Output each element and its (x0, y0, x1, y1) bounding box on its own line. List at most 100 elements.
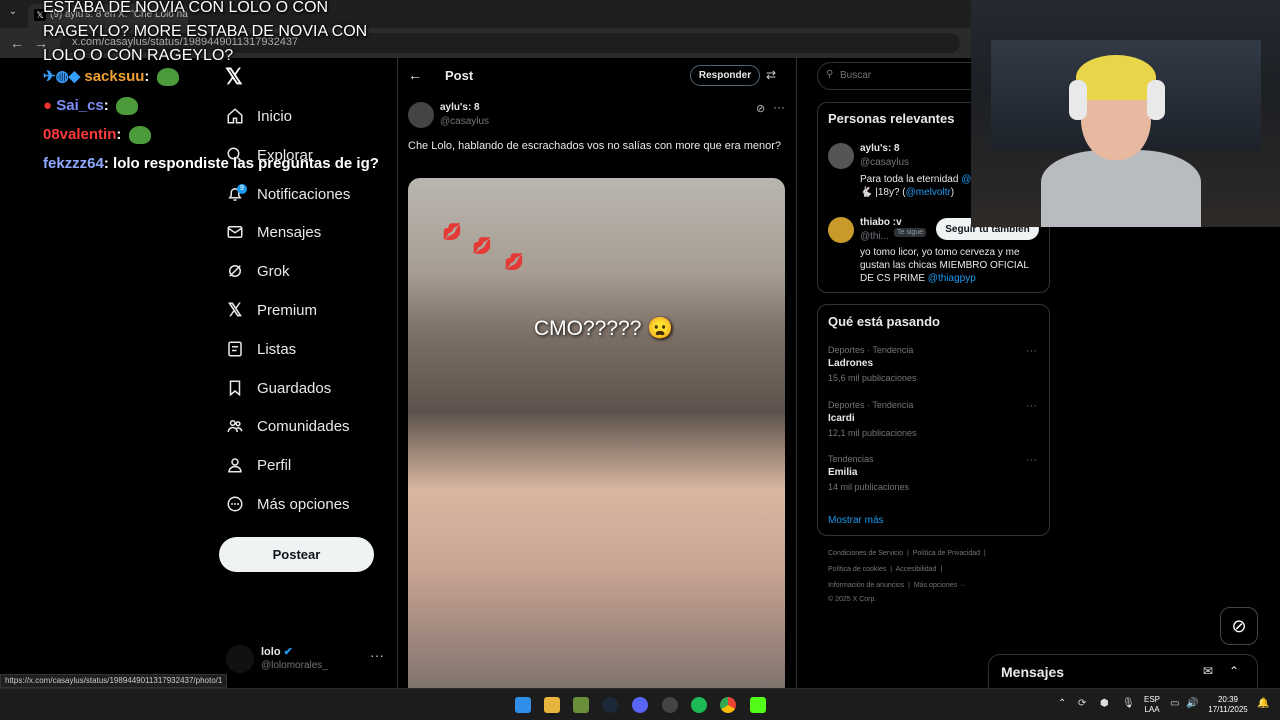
mail-icon (225, 222, 245, 242)
person-name[interactable]: aylu's: 8 (860, 143, 900, 154)
footer-links: Condiciones de Servicio | Política de Pr… (828, 550, 986, 557)
trend-category: Deportes · Tendencia (828, 400, 914, 410)
windows-taskbar: ⌃ ⟳ ⬢ 🎙 ESP LAA ▭ 🔊 20:39 17/11/2025 🔔 (0, 688, 1280, 720)
back-arrow-icon[interactable]: ← (408, 67, 422, 83)
more-circle-icon (225, 494, 245, 514)
account-handle: @lolomorales_ (261, 660, 328, 671)
search-icon: ⚲ (826, 69, 834, 80)
card-title: Personas relevantes (828, 111, 955, 126)
trend-count: 12,1 mil publicaciones (828, 428, 917, 438)
nav-label: Mensajes (257, 223, 322, 241)
person-bio: yo tomo licor, yo tomo cerveza y me gust… (860, 247, 1029, 284)
chevron-up-icon[interactable]: ⌃ (1058, 698, 1066, 709)
nav-item-grok[interactable]: Grok (225, 257, 290, 285)
nav-label: Listas (257, 340, 297, 358)
chevron-up-icon[interactable]: ⌃ (1229, 664, 1239, 678)
headphones-icon (1147, 80, 1165, 120)
tweet-photo[interactable]: 💋 💋 💋 (408, 178, 785, 698)
x-icon: 𝕏 (227, 299, 243, 320)
tweet-author-name[interactable]: aylu's: 8 (440, 102, 480, 113)
footer-link[interactable]: Política de Privacidad (913, 550, 980, 557)
footer-link[interactable]: Información de anuncios (828, 582, 904, 589)
minecraft-icon[interactable] (573, 697, 589, 713)
grok-icon[interactable]: ⊘ (756, 102, 765, 115)
nav-item-perfil[interactable]: Perfil (225, 451, 291, 479)
tab-search-dropdown[interactable]: ⌄ (4, 6, 22, 22)
file-explorer-icon[interactable] (544, 697, 560, 713)
person-icon (225, 455, 245, 475)
tweet-text: Che Lolo, hablando de escrachados vos no… (408, 140, 782, 152)
nav-item-premium[interactable]: 𝕏 Premium (225, 296, 317, 324)
sync-icon[interactable]: ⟳ (1078, 698, 1086, 709)
grok-icon (225, 261, 245, 281)
nav-item-guardados[interactable]: Guardados (225, 374, 331, 402)
volume-icon[interactable]: 🔊 (1186, 698, 1198, 709)
more-icon[interactable]: ··· (1026, 345, 1037, 357)
more-icon[interactable]: ··· (1026, 454, 1037, 466)
nav-item-mensajes[interactable]: Mensajes (225, 218, 321, 246)
footer-links: Información de anuncios | Más opciones ·… (828, 582, 967, 589)
nav-item-comunidades[interactable]: Comunidades (225, 412, 350, 440)
display-icon[interactable]: ▭ (1170, 698, 1179, 709)
person-handle[interactable]: @thi... (860, 231, 889, 242)
pepe-emote-icon (128, 126, 151, 145)
notification-center-icon[interactable]: 🔔 (1257, 698, 1269, 709)
search-input[interactable]: ⚲ Buscar (817, 62, 987, 90)
microphone-icon[interactable]: 🎙 (1122, 698, 1135, 709)
back-icon[interactable]: ← (10, 35, 24, 51)
list-icon (225, 339, 245, 359)
nav-item-mas-opciones[interactable]: Más opciones (225, 490, 350, 518)
discord-icon[interactable] (632, 697, 648, 713)
nav-item-notificaciones[interactable]: 9 Notificaciones (225, 180, 350, 208)
footer-link[interactable]: Más opciones ··· (914, 582, 966, 589)
filter-icon[interactable]: ⇄ (766, 68, 776, 82)
obs-icon[interactable] (662, 697, 678, 713)
avatar[interactable] (828, 143, 854, 169)
chat-badge-icon: ● (43, 97, 53, 114)
reply-button[interactable]: Responder (690, 65, 760, 86)
language-indicator[interactable]: ESP LAA (1142, 695, 1162, 715)
stream-chat: ✈◍◆ sacksuu: ● Sai_cs: 08valentin: fekzz… (43, 64, 379, 180)
messages-dock-title: Mensajes (1001, 664, 1065, 680)
chat-user: sacksuu (84, 68, 145, 85)
lips-sticker-icon: 💋 (472, 238, 492, 255)
chat-user: 08valentin (43, 126, 117, 143)
windows-start-icon[interactable] (515, 697, 531, 713)
nav-label: Guardados (257, 379, 332, 397)
footer-link[interactable]: Política de cookies (828, 566, 886, 573)
screen: ⌄ 𝕏 (9) aylu's: 8 en X: "Che Lolo hab ← … (0, 0, 1280, 720)
more-icon[interactable]: ··· (370, 647, 384, 663)
steam-icon[interactable] (602, 697, 618, 713)
shield-icon[interactable]: ⬢ (1100, 698, 1109, 709)
avatar[interactable] (408, 102, 434, 128)
trend-count: 14 mil publicaciones (828, 482, 910, 492)
chat-badges-icon: ✈◍◆ (43, 68, 81, 85)
account-switcher[interactable]: lolo ✔ @lolomorales_ ··· (226, 643, 386, 679)
messages-dock[interactable]: Mensajes ✉ ⌃ (988, 654, 1258, 690)
more-icon[interactable]: ··· (1026, 400, 1037, 412)
tweet-author-handle[interactable]: @casaylus (440, 116, 489, 127)
verified-icon: ✔ (283, 646, 293, 658)
chat-message: lolo respondiste las preguntas de ig? (113, 155, 379, 172)
footer-link[interactable]: Condiciones de Servicio (828, 550, 903, 557)
trend-name[interactable]: Icardi (828, 413, 855, 424)
trend-name[interactable]: Ladrones (828, 358, 873, 369)
person-handle[interactable]: @casaylus (860, 157, 909, 168)
post-button[interactable]: Postear (219, 537, 374, 572)
copyright: © 2025 X Corp. (828, 596, 877, 603)
status-bar-url: https://x.com/casaylus/status/1989449011… (0, 674, 228, 688)
new-message-icon[interactable]: ✉ (1203, 664, 1213, 678)
chat-line: ✈◍◆ sacksuu: (43, 64, 379, 93)
more-icon[interactable]: ··· (773, 100, 785, 114)
grok-button[interactable]: ⊘ (1220, 607, 1258, 645)
person-name[interactable]: thiabo :v (860, 217, 902, 228)
spotify-icon[interactable] (691, 697, 707, 713)
chrome-icon[interactable] (720, 697, 736, 713)
nav-item-listas[interactable]: Listas (225, 335, 296, 363)
show-more-link[interactable]: Mostrar más (828, 515, 884, 526)
footer-link[interactable]: Accesibilidad (896, 566, 937, 573)
avatar[interactable] (828, 217, 854, 243)
clock[interactable]: 20:39 17/11/2025 (1205, 695, 1251, 715)
kick-icon[interactable] (750, 697, 766, 713)
trend-name[interactable]: Emilia (828, 467, 857, 478)
